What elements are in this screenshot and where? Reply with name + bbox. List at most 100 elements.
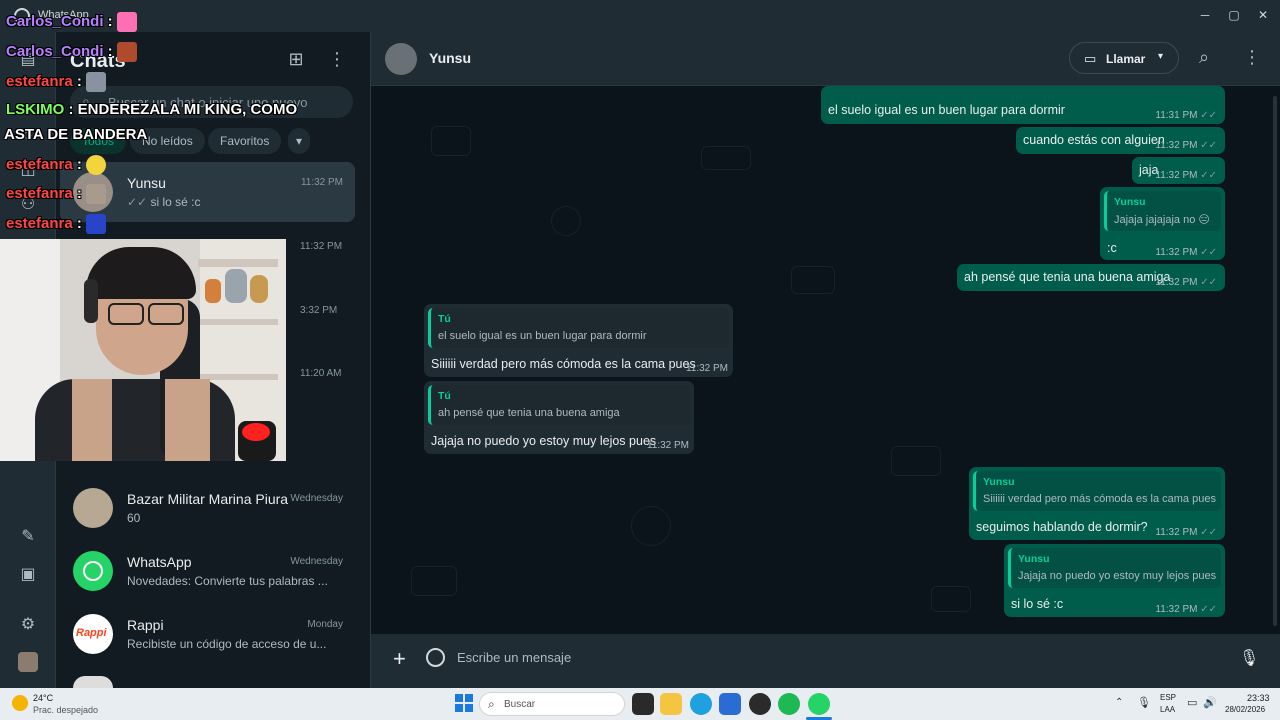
message-bubble[interactable]: el suelo igual es un buen lugar para dor… <box>821 86 1225 124</box>
quote-author: Yunsu <box>1018 553 1050 565</box>
filter-more-chevron-icon[interactable]: ▾ <box>288 128 311 154</box>
menu-icon[interactable]: ⋮ <box>1243 47 1261 68</box>
read-ticks-icon: ✓✓ <box>1200 277 1217 288</box>
minimize-button[interactable]: ─ <box>1190 4 1220 26</box>
chat-preview: Recibiste un código de acceso de u... <box>127 637 327 651</box>
chat-username: estefanra <box>6 184 73 202</box>
taskbar-search-box[interactable]: ⌕ Buscar <box>479 692 625 716</box>
clock-date[interactable]: 28/02/2026 <box>1225 705 1265 714</box>
volume-icon[interactable]: 🔊 <box>1203 696 1217 709</box>
contact-name[interactable]: Yunsu <box>429 50 471 66</box>
quoted-message[interactable]: Yunsu Jajaja jajajaja no 😑 <box>1104 191 1221 231</box>
weather-desc[interactable]: Prac. despejado <box>33 705 98 715</box>
weather-temp[interactable]: 24°C <box>33 693 53 703</box>
tray-chevron-icon[interactable]: ⌃ <box>1115 697 1123 708</box>
settings-icon[interactable]: ⚙ <box>16 613 40 637</box>
call-label: Llamar <box>1106 52 1146 66</box>
read-ticks-icon: ✓✓ <box>1200 110 1217 121</box>
quote-text: Jajaja jajajaja no 😑 <box>1114 214 1210 226</box>
edge-icon[interactable] <box>690 693 712 715</box>
spotify-icon[interactable] <box>778 693 800 715</box>
message-text: :c <box>1107 241 1117 255</box>
message-bubble[interactable]: Tú el suelo igual es un buen lugar para … <box>424 304 733 377</box>
stream-chat-line: LSKIMO : ENDEREZALA MI KING, COMO <box>6 101 297 118</box>
chat-item-bazar[interactable]: Bazar Militar Marina Piura Wednesday 60 <box>60 478 355 538</box>
message-bubble[interactable]: jaja 11:32 PM ✓✓ <box>1132 157 1225 184</box>
chat-username: estefanra <box>6 214 73 232</box>
message-input[interactable]: Escribe un mensaje <box>457 650 571 665</box>
message-meta: 11:32 PM ✓✓ <box>1155 140 1217 151</box>
sticker-icon[interactable] <box>426 648 445 667</box>
profile-avatar[interactable] <box>18 652 38 672</box>
message-meta: 11:32 PM ✓✓ <box>1155 604 1217 615</box>
emote-icon <box>116 42 137 62</box>
quoted-message[interactable]: Yunsu Siiiiii verdad pero más cómoda es … <box>973 471 1221 511</box>
menu-icon[interactable]: ⋮ <box>326 48 348 70</box>
chat-item-whatsapp[interactable]: WhatsApp Wednesday Novedades: Convierte … <box>60 541 355 601</box>
message-meta: 11:32 PM ✓✓ <box>1155 170 1217 181</box>
network-icon[interactable]: ▭ <box>1187 696 1197 709</box>
clock-time[interactable]: 23:33 <box>1247 693 1270 703</box>
message-bubble[interactable]: ah pensé que tenia una buena amiga 11:32… <box>957 264 1225 291</box>
message-meta: 11:32 PM ✓✓ <box>1155 247 1217 258</box>
quoted-message[interactable]: Tú ah pensé que tenia una buena amiga <box>428 385 690 425</box>
weather-icon[interactable] <box>12 695 28 711</box>
quoted-message[interactable]: Tú el suelo igual es un buen lugar para … <box>428 308 729 348</box>
quote-text: Jajaja no puedo yo estoy muy lejos pues <box>1018 570 1217 582</box>
message-time: 11:32 PM <box>1155 277 1198 288</box>
maximize-button[interactable]: ▢ <box>1219 4 1249 26</box>
chat-time: Wednesday <box>290 556 343 567</box>
message-text: ah pensé que tenia una buena amiga <box>964 270 1171 284</box>
new-chat-icon[interactable]: ⊞ <box>285 48 307 70</box>
emote-icon <box>116 12 137 32</box>
starred-icon[interactable]: ✎ <box>16 525 40 549</box>
chat-name: Rappi <box>127 617 164 633</box>
emote-icon <box>85 72 106 92</box>
chat-time: 3:32 PM <box>300 305 338 316</box>
mic-tray-icon[interactable]: 🎙 <box>1137 696 1151 709</box>
message-bubble[interactable]: Yunsu Siiiiii verdad pero más cómoda es … <box>969 467 1225 540</box>
chat-time: 11:32 PM <box>300 177 343 188</box>
message-time: 11:31 PM <box>1155 110 1198 121</box>
message-bubble[interactable]: Tú ah pensé que tenia una buena amiga Ja… <box>424 381 694 454</box>
avatar <box>73 488 113 528</box>
avatar: Rappi <box>73 614 113 654</box>
language-top[interactable]: ESP <box>1160 693 1176 702</box>
chat-time: 11:20 AM <box>300 368 342 379</box>
filter-favorites[interactable]: Favoritos <box>208 128 282 154</box>
message-bubble[interactable]: Yunsu Jajaja jajajaja no 😑 :c 11:32 PM ✓… <box>1100 187 1225 260</box>
quote-text: ah pensé que tenia una buena amiga <box>438 407 620 419</box>
store-icon[interactable] <box>719 693 741 715</box>
media-icon[interactable]: ▣ <box>16 563 40 587</box>
conversation-header: Yunsu ▭ Llamar ▾ ⌕ ⋮ <box>371 32 1280 86</box>
message-bubble[interactable]: cuando estás con alguien 11:32 PM ✓✓ <box>1016 127 1225 154</box>
language-bottom[interactable]: LAA <box>1160 705 1175 714</box>
windows-taskbar: 24°C Prac. despejado ⌕ Buscar ⌃ 🎙 ESP LA… <box>0 688 1280 720</box>
obs-icon[interactable] <box>749 693 771 715</box>
chat-message: : <box>103 12 113 30</box>
chat-message: : <box>72 214 82 232</box>
chevron-down-icon[interactable]: ▾ <box>1158 51 1163 62</box>
message-bubble[interactable]: Yunsu Jajaja no puedo yo estoy muy lejos… <box>1004 544 1225 617</box>
close-button[interactable]: ✕ <box>1248 4 1278 26</box>
contact-avatar[interactable] <box>385 43 417 75</box>
whatsapp-taskbar-icon[interactable] <box>808 693 830 715</box>
file-explorer-icon[interactable] <box>660 693 682 715</box>
chat-message: : ENDEREZALA MI KING, COMO <box>64 101 298 118</box>
message-time: 11:32 PM <box>1155 247 1198 258</box>
message-scrollbar[interactable] <box>1273 96 1277 626</box>
task-view-icon[interactable] <box>632 693 654 715</box>
chat-message: : <box>72 155 82 173</box>
message-list[interactable]: el suelo igual es un buen lugar para dor… <box>371 86 1280 634</box>
search-icon[interactable]: ⌕ <box>1199 47 1209 68</box>
quoted-message[interactable]: Yunsu Jajaja no puedo yo estoy muy lejos… <box>1008 548 1221 588</box>
start-icon[interactable] <box>455 694 473 712</box>
plus-icon[interactable]: + <box>393 646 406 672</box>
mic-icon[interactable]: 🎙 <box>1239 648 1259 668</box>
message-meta: 11:31 PM ✓✓ <box>1155 110 1217 121</box>
chat-item-rappi[interactable]: Rappi Rappi Monday Recibiste un código d… <box>60 604 355 664</box>
chat-time: Monday <box>307 619 343 630</box>
message-meta: 11:32 PM ✓✓ <box>1155 277 1217 288</box>
stream-chat-line: estefanra : <box>6 214 106 234</box>
call-button[interactable]: ▭ Llamar ▾ <box>1069 42 1179 74</box>
